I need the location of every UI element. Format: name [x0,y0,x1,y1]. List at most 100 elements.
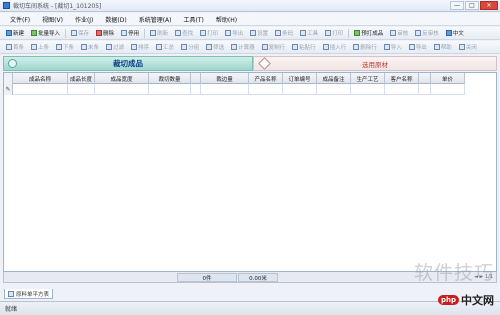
table-cell[interactable] [95,84,149,95]
toolbar-button-delete[interactable]: 删除 [94,28,116,38]
column-header[interactable]: 成品长度 [68,73,95,84]
table-cell[interactable] [431,84,465,95]
toolbar-button-unaudit[interactable]: 反审核 [413,28,441,38]
menu-help[interactable]: 帮助(H) [214,14,239,25]
column-header[interactable]: 订单编号 [283,73,317,84]
nav-button-4[interactable]: 过滤 [104,42,126,52]
column-header[interactable]: 客户名称 [385,73,419,84]
toolbar-button-label: 保存 [78,31,90,37]
toolbar-button-label: 条码 [282,31,294,37]
toolbar-button-label: 停用 [128,31,140,37]
nav-icon [322,44,329,50]
column-header[interactable]: 裁切数量 [149,73,191,84]
toolbar-button-disable[interactable]: 停用 [119,28,141,38]
nav-button-8[interactable]: 筛选 [204,42,226,52]
nav-button-13[interactable]: 删除行 [351,42,379,52]
nav-button-10[interactable]: 复制行 [260,42,288,52]
nav-icon [206,44,213,50]
nav-button-6[interactable]: 汇总 [154,42,176,52]
column-header[interactable]: 成品备注 [317,73,351,84]
toolbar-button-label: 反审核 [422,31,439,37]
nav-button-11[interactable]: 粘贴行 [290,42,318,52]
nav-button-14[interactable]: 导入 [382,42,404,52]
nav-button-9[interactable]: 计算器 [229,42,257,52]
table-cell[interactable] [68,84,95,95]
bottom-tab-strip: 原料单平方表 [0,288,500,300]
close-button[interactable]: ✕ [480,1,498,10]
data-grid[interactable]: 成品名称 成品长度 成品宽度 裁切数量 裁边量 产品名称 订单编号 成品备注 生产工艺 客户名称 单… [3,72,497,272]
table-cell[interactable] [419,84,431,95]
table-cell[interactable] [351,84,385,95]
table-cell[interactable] [283,84,317,95]
app-icon [3,2,10,9]
toolbar-button-import[interactable]: 批量导入 [29,28,62,38]
minimize-button[interactable]: — [450,1,464,10]
toolbar-button-refresh[interactable]: 刷新 [148,28,170,38]
main-toolbar: 新建 批量导入 保存 删除 停用 刷新 查找 打印 导出 设置 条码 工具 打印 预打成品 审核 反审核 中文 [0,27,500,40]
column-header[interactable]: 成品宽度 [95,73,149,84]
column-header[interactable] [191,73,201,84]
disable-icon [121,30,128,36]
table-cell[interactable] [385,84,419,95]
toolbar-button-export[interactable]: 导出 [223,28,245,38]
nav-button-12[interactable]: 插入行 [321,42,349,52]
toolbar-button-settings[interactable]: 设置 [248,28,270,38]
nav-button-3[interactable]: 末条 [79,42,101,52]
column-header[interactable]: 单价 [431,73,465,84]
menu-tools[interactable]: 工具(T) [182,14,206,25]
settings-icon [250,30,257,36]
table-cell[interactable] [201,84,249,95]
toolbar-button-label: 审核 [397,31,409,37]
sum-length: 0.00米 [238,273,278,282]
toolbar-button-tool[interactable]: 工具 [298,28,320,38]
table-cell[interactable] [249,84,283,95]
nav-button-1[interactable]: 上条 [29,42,51,52]
nav-button-label: 汇总 [163,45,175,51]
tab-raw-materials[interactable]: 选用原材 [253,56,497,71]
tab-cut-products[interactable]: 裁切成品 [3,56,253,71]
nav-icon [131,44,138,50]
nav-icon [353,44,360,50]
column-header[interactable]: 成品名称 [13,73,68,84]
toolbar-button-lang[interactable]: 中文 [444,28,466,38]
nav-button-17[interactable]: 关闭 [457,42,479,52]
column-header[interactable]: 产品名称 [249,73,283,84]
table-cell[interactable] [191,84,201,95]
nav-button-15[interactable]: 导出 [407,42,429,52]
nav-button-label: 分组 [188,45,200,51]
menu-job[interactable]: 作业(J) [73,14,95,25]
nav-button-7[interactable]: 分组 [179,42,201,52]
toolbar-button-new[interactable]: 新建 [4,28,26,38]
toolbar-button-print[interactable]: 打印 [198,28,220,38]
menu-view[interactable]: 视图(V) [40,14,65,25]
nav-button-label: 计算器 [238,45,255,51]
column-header[interactable]: 裁边量 [201,73,249,84]
lang-icon [445,30,452,36]
column-header[interactable]: 生产工艺 [351,73,385,84]
toolbar-button-label: 中文 [452,31,464,37]
table-cell[interactable] [317,84,351,95]
nav-icon [6,44,12,50]
toolbar-button-audit[interactable]: 审核 [388,28,410,38]
toolbar-button-preprint[interactable]: 预打成品 [352,28,385,38]
import-icon [31,30,38,36]
refresh-icon [150,30,157,36]
menu-data[interactable]: 数据(D) [103,14,128,25]
table-cell[interactable] [149,84,191,95]
table-row[interactable]: ✎ [4,84,465,95]
menu-system[interactable]: 系统管理(A) [137,14,174,25]
nav-button-label: 导出 [415,45,427,51]
toolbar-button-save[interactable]: 保存 [69,28,91,38]
nav-button-5[interactable]: 排序 [129,42,151,52]
toolbar-button-barcode[interactable]: 条码 [273,28,295,38]
toolbar-button-print2[interactable]: 打印 [323,28,345,38]
toolbar-button-find[interactable]: 查找 [173,28,195,38]
nav-button-0[interactable]: 首条 [4,42,26,52]
column-header[interactable] [419,73,431,84]
menu-file[interactable]: 文件(F) [8,14,32,25]
maximize-button[interactable]: □ [465,1,479,10]
bottom-tab[interactable]: 原料单平方表 [4,289,54,299]
nav-button-16[interactable]: 帮助 [432,42,454,52]
table-cell[interactable] [13,84,68,95]
nav-button-2[interactable]: 下条 [54,42,76,52]
